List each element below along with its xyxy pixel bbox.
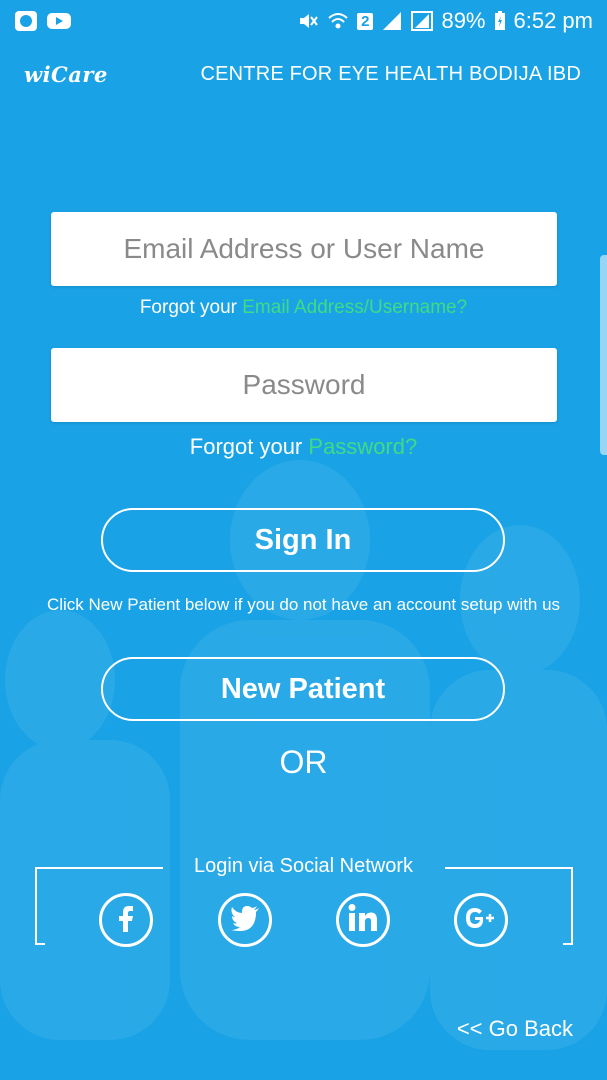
sign-in-button[interactable]: Sign In — [101, 508, 505, 572]
twitter-login-button[interactable] — [218, 893, 272, 947]
forgot-username-link[interactable]: Email Address/Username? — [242, 297, 467, 318]
new-patient-help-text: Click New Patient below if you do not ha… — [46, 595, 561, 614]
status-bar-right: 2 89% 6:52 pm — [297, 8, 593, 34]
youtube-icon — [46, 11, 72, 31]
battery-percent: 89% — [441, 8, 486, 33]
username-input[interactable]: Email Address or User Name — [51, 212, 557, 286]
password-placeholder: Password — [242, 369, 366, 400]
app-header: wiCare CENTRE FOR EYE HEALTH BODIJA IBD — [0, 52, 607, 96]
google-plus-icon — [465, 906, 497, 935]
social-login-title-text: Login via Social Network — [194, 855, 413, 877]
battery-charging-icon — [494, 11, 506, 31]
signal-icon — [411, 11, 434, 31]
linkedin-login-button[interactable] — [336, 893, 390, 947]
forgot-username-line: Forgot your Email Address/Username? — [0, 297, 607, 319]
forgot-username-prefix: Forgot your — [139, 297, 237, 318]
app-icon — [14, 10, 38, 32]
scrollbar-thumb[interactable] — [600, 255, 607, 455]
clock: 6:52 pm — [513, 8, 594, 33]
google-plus-login-button[interactable] — [454, 893, 508, 947]
username-placeholder: Email Address or User Name — [123, 233, 485, 264]
password-input[interactable]: Password — [51, 348, 557, 422]
signal-icon — [381, 11, 403, 31]
forgot-password-line: Forgot your Password? — [0, 434, 607, 460]
sign-in-label: Sign In — [254, 523, 352, 556]
facebook-login-button[interactable] — [99, 893, 153, 947]
or-divider-text: OR — [279, 744, 328, 780]
status-bar: 2 89% 6:52 pm — [0, 0, 607, 42]
hospital-name: CENTRE FOR EYE HEALTH BODIJA IBD — [200, 62, 581, 85]
new-patient-label: New Patient — [220, 672, 386, 705]
app-logo: wiCare — [24, 61, 108, 87]
status-bar-left — [14, 10, 72, 32]
sim-badge: 2 — [357, 12, 374, 30]
twitter-icon — [230, 905, 260, 936]
new-patient-button[interactable]: New Patient — [101, 657, 505, 721]
social-login-title: Login via Social Network — [0, 855, 607, 878]
wifi-icon — [327, 10, 349, 32]
linkedin-icon — [348, 903, 378, 937]
facebook-icon — [114, 903, 138, 938]
forgot-password-link[interactable]: Password? — [308, 434, 417, 459]
forgot-password-prefix: Forgot your — [189, 434, 303, 459]
go-back-link[interactable]: << Go Back — [457, 1016, 573, 1042]
mute-icon — [297, 10, 319, 32]
